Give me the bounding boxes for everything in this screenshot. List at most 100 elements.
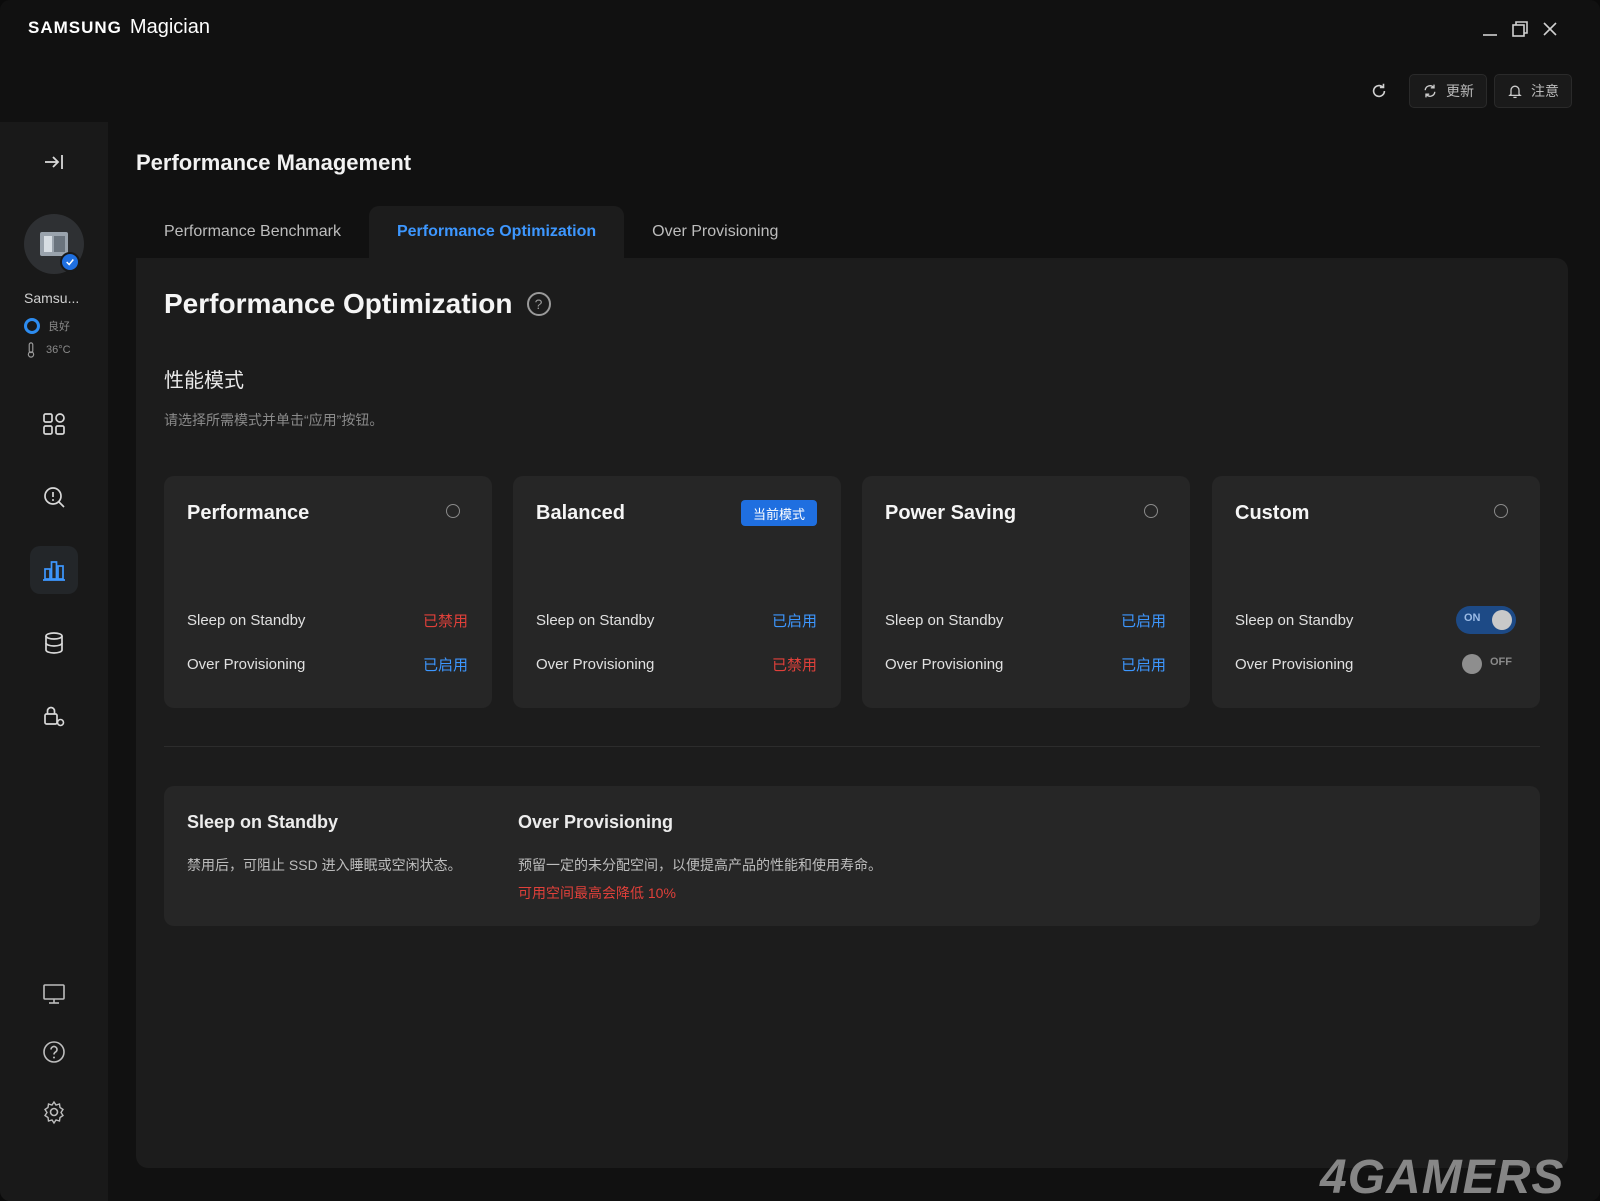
device-health: 良好 <box>24 318 70 334</box>
row-label: Over Provisioning <box>536 655 655 673</box>
bell-icon <box>1508 85 1522 99</box>
info-title: Sleep on Standby <box>187 812 339 832</box>
toggle-knob <box>1462 654 1482 674</box>
device-temperature: 36°C <box>26 342 71 358</box>
help-icon <box>43 1041 65 1063</box>
mode-cards: Performance Sleep on Standby 已禁用 Over Pr… <box>164 476 1540 708</box>
info-title: Over Provisioning <box>518 812 674 832</box>
row-status: 已启用 <box>1120 656 1166 674</box>
lock-gear-icon <box>44 706 65 727</box>
info-box: Sleep on Standby 禁用后，可阻止 SSD 进入睡眠或空闲状态。 … <box>164 786 1540 926</box>
minimize-button[interactable] <box>1476 16 1504 42</box>
section-title: Performance Optimization ? <box>164 288 551 320</box>
mode-card-title: Balanced <box>536 502 625 524</box>
row-status: 已禁用 <box>422 612 468 630</box>
sidebar-item-data-management[interactable] <box>30 619 78 667</box>
database-icon <box>45 632 63 654</box>
mode-card-balanced[interactable]: Balanced 当前模式 Sleep on Standby 已启用 Over … <box>513 476 841 708</box>
app-window: SAMSUNG Magician 更新 注意 Samsu... 良好 36°C … <box>0 0 1600 1201</box>
info-description: 预留一定的未分配空间，以便提高产品的性能和使用寿命。 <box>518 857 882 873</box>
tab-bar: Performance Benchmark Performance Optimi… <box>136 206 806 258</box>
info-over-provisioning: Over Provisioning 预留一定的未分配空间，以便提高产品的性能和使… <box>518 812 882 903</box>
restore-button[interactable] <box>1506 16 1534 42</box>
card-row-sleep: Sleep on Standby 已启用 <box>536 609 817 631</box>
device-name: Samsu... <box>24 290 80 306</box>
refresh-icon <box>1372 83 1386 98</box>
notice-button[interactable]: 注意 <box>1494 74 1572 108</box>
sidebar-expand-button[interactable] <box>30 138 78 186</box>
over-provisioning-toggle[interactable]: OFF <box>1456 650 1516 678</box>
app-name: Magician <box>129 16 210 38</box>
health-status: 良好 <box>48 321 70 333</box>
refresh-button[interactable] <box>1364 76 1394 106</box>
row-label: Sleep on Standby <box>885 611 1004 629</box>
health-ring-icon <box>24 318 40 334</box>
watermark: 4GAMERS <box>1320 1151 1565 1201</box>
sidebar-item-help[interactable] <box>30 1028 78 1076</box>
mode-subtitle: 请选择所需模式并单击“应用”按钮。 <box>164 412 384 428</box>
current-mode-badge: 当前模式 <box>740 500 817 526</box>
close-icon <box>1543 22 1557 36</box>
diagnostic-scan-icon <box>44 487 65 508</box>
radio-button[interactable] <box>446 504 460 518</box>
update-button[interactable]: 更新 <box>1409 74 1487 108</box>
mode-card-title: Custom <box>1235 502 1310 524</box>
sidebar-item-diagnostics[interactable] <box>30 473 78 521</box>
row-label: Sleep on Standby <box>536 611 655 629</box>
row-status: 已禁用 <box>771 656 817 674</box>
info-sleep-on-standby: Sleep on Standby 禁用后，可阻止 SSD 进入睡眠或空闲状态。 <box>187 812 462 875</box>
toggle-track: ON <box>1456 606 1516 634</box>
restore-icon <box>1512 21 1528 37</box>
sidebar-item-device-info[interactable] <box>30 970 78 1018</box>
minimize-icon <box>1483 34 1497 36</box>
card-row-sleep: Sleep on Standby 已启用 <box>885 609 1166 631</box>
row-label: Sleep on Standby <box>187 611 306 629</box>
sleep-on-standby-toggle[interactable]: ON <box>1456 606 1516 634</box>
check-badge-icon <box>60 252 80 272</box>
toggle-state: OFF <box>1490 656 1512 668</box>
toggle-knob <box>1492 610 1512 630</box>
info-warning: 可用空间最高会降低 10% <box>518 885 676 901</box>
tab-performance-optimization[interactable]: Performance Optimization <box>368 206 625 258</box>
sidebar-item-settings[interactable] <box>30 1088 78 1136</box>
title-bar: SAMSUNG Magician 更新 注意 <box>0 0 1600 122</box>
page-title: Performance Management <box>136 150 412 175</box>
close-button[interactable] <box>1536 16 1564 42</box>
mode-card-title: Power Saving <box>885 502 1017 524</box>
row-status: 已启用 <box>771 612 817 630</box>
expand-arrow-icon <box>45 155 63 169</box>
gear-icon <box>44 1100 64 1125</box>
card-row-over-provisioning: Over Provisioning 已启用 <box>187 653 468 675</box>
card-row-over-provisioning: Over Provisioning OFF <box>1235 650 1516 678</box>
radio-button[interactable] <box>1494 504 1508 518</box>
row-label: Over Provisioning <box>1235 655 1354 673</box>
mode-card-power-saving[interactable]: Power Saving Sleep on Standby 已启用 Over P… <box>862 476 1190 708</box>
card-row-over-provisioning: Over Provisioning 已禁用 <box>536 653 817 675</box>
notice-label: 注意 <box>1531 83 1559 99</box>
divider <box>164 746 1540 747</box>
dashboard-icon <box>43 413 65 435</box>
thermometer-icon <box>27 342 35 358</box>
mode-card-custom[interactable]: Custom Sleep on Standby ON Over Provisio… <box>1212 476 1540 708</box>
tab-performance-benchmark[interactable]: Performance Benchmark <box>136 206 369 258</box>
monitor-icon <box>43 984 65 1004</box>
mode-card-performance[interactable]: Performance Sleep on Standby 已禁用 Over Pr… <box>164 476 492 708</box>
info-description: 禁用后，可阻止 SSD 进入睡眠或空闲状态。 <box>187 857 462 873</box>
sidebar-item-security[interactable] <box>30 692 78 740</box>
row-label: Over Provisioning <box>885 655 1004 673</box>
sidebar-item-performance[interactable] <box>30 546 78 594</box>
help-icon[interactable]: ? <box>526 292 551 316</box>
radio-button[interactable] <box>1144 504 1158 518</box>
brand-name: SAMSUNG <box>28 18 122 37</box>
row-label: Sleep on Standby <box>1235 611 1354 629</box>
card-row-over-provisioning: Over Provisioning 已启用 <box>885 653 1166 675</box>
sync-icon <box>1424 84 1436 98</box>
mode-heading: 性能模式 <box>164 370 244 392</box>
optimization-panel: Performance Optimization ? 性能模式 请选择所需模式并… <box>136 258 1568 1168</box>
card-row-sleep: Sleep on Standby 已禁用 <box>187 609 468 631</box>
bar-chart-icon <box>43 561 65 581</box>
sidebar-item-overview[interactable] <box>30 400 78 448</box>
tab-over-provisioning[interactable]: Over Provisioning <box>624 206 806 258</box>
mode-card-title: Performance <box>187 502 310 524</box>
temperature-value: 36°C <box>46 344 71 356</box>
